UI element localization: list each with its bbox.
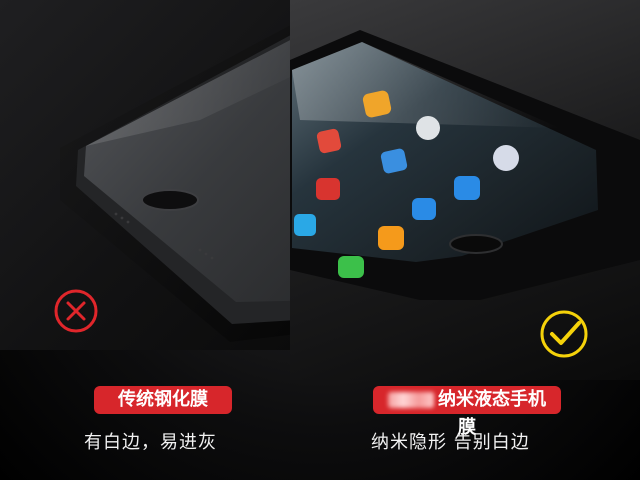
traditional-film-caption: 有白边，易进灰 — [84, 432, 217, 453]
calendar-app-icon — [316, 128, 342, 154]
phone-manager-icon — [294, 214, 316, 236]
nano-film-label: 纳米液态手机膜 — [373, 386, 561, 438]
home-button — [449, 234, 503, 254]
camera-app-icon — [493, 145, 519, 171]
messages-app-icon — [412, 198, 436, 220]
traditional-film-label-text: 传统钢化膜 — [118, 389, 208, 410]
phone-app-icon — [338, 256, 364, 278]
comparison-banner: 传统钢化膜 纳米液态手机膜 有白边，易进灰 纳米隐形 告别白边 — [0, 0, 640, 480]
check-circle-icon — [540, 310, 588, 358]
right-phone — [290, 30, 640, 300]
traditional-film-label: 传统钢化膜 — [94, 386, 232, 414]
browser-app-icon — [454, 176, 480, 200]
huawei-store-icon — [316, 178, 340, 200]
blurred-brand-mark — [388, 392, 434, 408]
clock-app-icon — [416, 116, 440, 140]
nano-film-caption: 纳米隐形 告别白边 — [371, 432, 530, 453]
film-highlight — [292, 42, 560, 128]
cross-circle-icon — [54, 289, 98, 333]
contacts-app-icon — [378, 226, 404, 250]
